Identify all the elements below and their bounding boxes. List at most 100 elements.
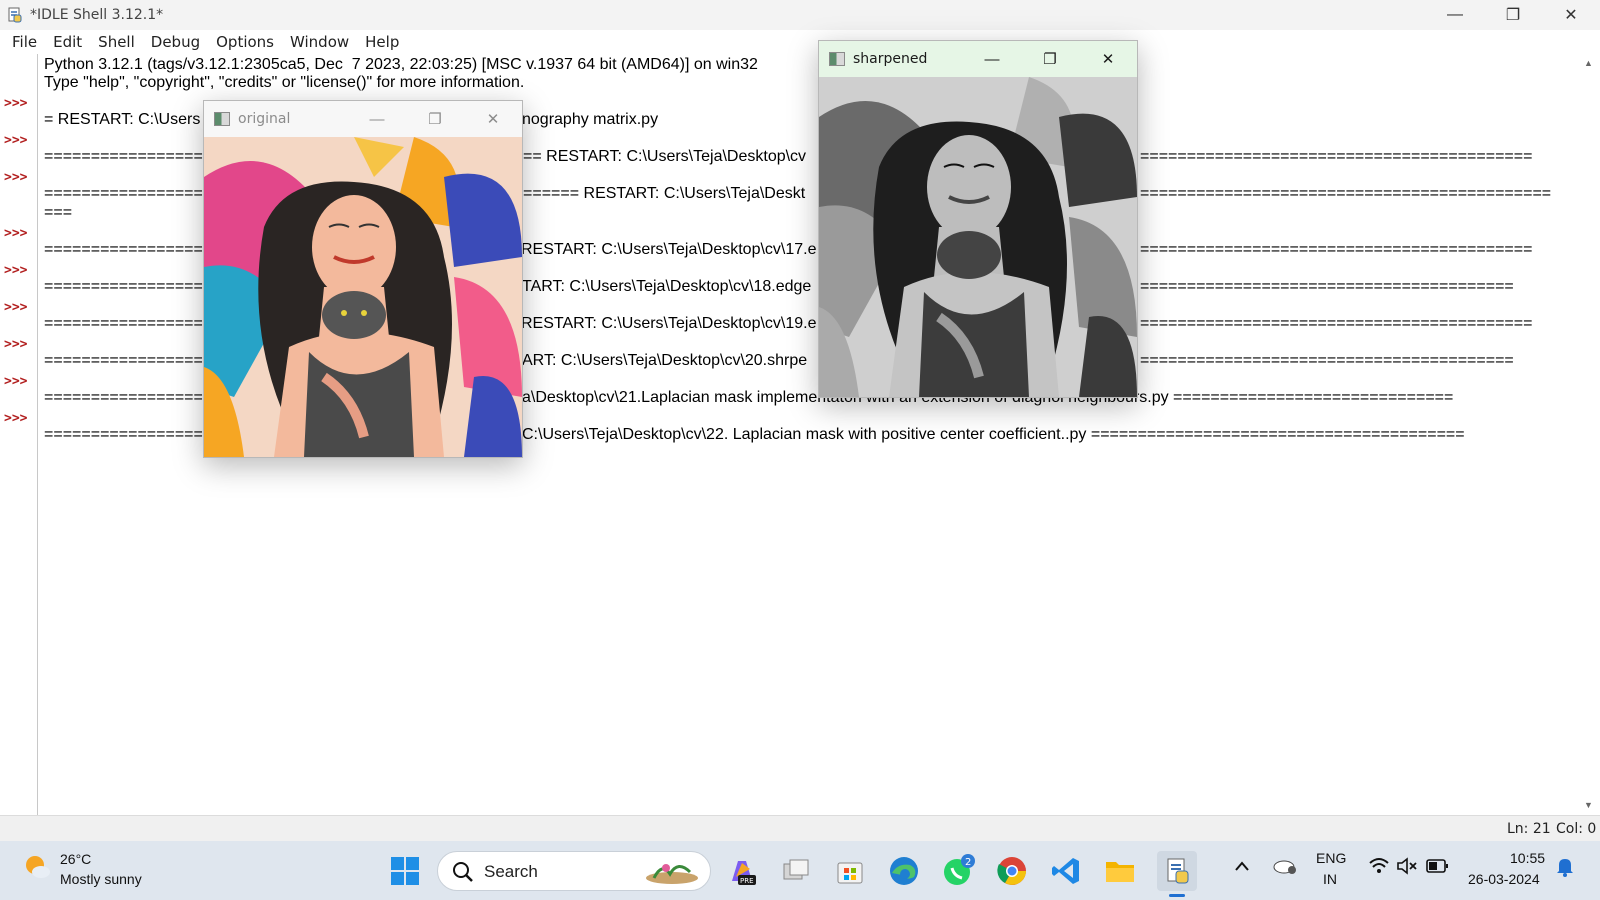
- file-explorer-icon[interactable]: [1100, 851, 1140, 891]
- shell-line: =================: [44, 352, 203, 369]
- scroll-up-icon[interactable]: ▲: [1584, 58, 1593, 68]
- battery-icon[interactable]: [1426, 858, 1450, 877]
- restore-button[interactable]: ❐: [1484, 0, 1542, 30]
- volume-muted-icon[interactable]: [1396, 857, 1418, 878]
- shell-line: =================: [44, 148, 203, 165]
- copilot-icon[interactable]: PRE: [722, 851, 762, 891]
- shell-line: ========================================…: [1140, 148, 1533, 165]
- chevron-up-icon[interactable]: [1234, 859, 1250, 875]
- original-maximize-button[interactable]: ❐: [406, 101, 464, 137]
- weather-condition: Mostly sunny: [60, 871, 142, 887]
- microsoft-store-icon[interactable]: [830, 851, 870, 891]
- pre-badge: PRE: [740, 877, 754, 885]
- shell-line: =================: [44, 185, 203, 202]
- shell-prompt: >>>: [4, 263, 28, 278]
- menu-shell[interactable]: Shell: [90, 33, 143, 51]
- original-window-titlebar[interactable]: original — ❐ ✕: [204, 101, 522, 137]
- menu-bar: File Edit Shell Debug Options Window Hel…: [0, 30, 1600, 54]
- weather-sun-icon: [22, 852, 52, 887]
- language-in[interactable]: IN: [1323, 871, 1337, 887]
- shell-line: == RESTART: C:\Users\Teja\Desktop\cv: [523, 148, 807, 165]
- shell-prompt: >>>: [4, 337, 28, 352]
- search-label: Search: [484, 862, 538, 881]
- original-window-title: original: [238, 111, 291, 127]
- taskbar-search[interactable]: Search: [437, 851, 711, 891]
- column-number: Col: 0: [1556, 821, 1597, 837]
- search-highlight-icon: [644, 856, 700, 891]
- notification-bell-icon[interactable]: [1555, 856, 1575, 881]
- shell-prompt: >>>: [4, 133, 28, 148]
- shell-prompt: >>>: [4, 374, 28, 389]
- weather-temperature: 26°C: [60, 851, 92, 867]
- menu-file[interactable]: File: [4, 33, 45, 51]
- sharpened-image: [819, 77, 1137, 397]
- menu-edit[interactable]: Edit: [45, 33, 90, 51]
- language-eng[interactable]: ENG: [1316, 850, 1346, 866]
- scroll-down-icon[interactable]: ▼: [1584, 800, 1593, 810]
- status-bar: Ln: 21 Col: 0: [0, 815, 1600, 841]
- shell-line: ========================================: [1140, 352, 1514, 369]
- sharpened-minimize-button[interactable]: —: [963, 41, 1021, 77]
- shell-line: =================: [44, 426, 203, 443]
- idle-app-icon: [6, 6, 24, 24]
- shell-line: ===: [44, 204, 73, 221]
- shell-line: Python 3.12.1 (tags/v3.12.1:2305ca5, Dec…: [44, 56, 758, 73]
- chrome-icon[interactable]: [992, 851, 1032, 891]
- shell-line: ========================================: [1140, 278, 1514, 295]
- shell-line: = RESTART: C:\Users: [44, 111, 201, 128]
- shell-line: ART: C:\Users\Teja\Desktop\cv\20.shrpe: [522, 352, 808, 369]
- vscode-icon[interactable]: [1046, 851, 1086, 891]
- edge-icon[interactable]: [884, 851, 924, 891]
- minimize-button[interactable]: —: [1426, 0, 1484, 30]
- clock-time[interactable]: 10:55: [1510, 850, 1545, 866]
- image-window-icon: [829, 52, 845, 66]
- shell-line: =================: [44, 241, 203, 258]
- shell-prompt: >>>: [4, 226, 28, 241]
- shell-line: nography matrix.py: [522, 111, 659, 128]
- original-image-window[interactable]: original — ❐ ✕: [203, 100, 523, 458]
- vertical-scrollbar[interactable]: ▲ ▼: [1578, 54, 1600, 815]
- menu-debug[interactable]: Debug: [143, 33, 208, 51]
- close-button[interactable]: ✕: [1542, 0, 1600, 30]
- image-window-icon: [214, 112, 230, 126]
- clock-date[interactable]: 26-03-2024: [1468, 871, 1540, 887]
- shell-prompt: >>>: [4, 300, 28, 315]
- shell-line: RESTART: C:\Users\Teja\Desktop\cv\17.e: [521, 241, 817, 258]
- task-view-icon[interactable]: [776, 851, 816, 891]
- shell-line: ========================================…: [1140, 241, 1533, 258]
- taskbar: 26°C Mostly sunny Search PRE 2 ENG IN 10…: [0, 841, 1600, 900]
- original-close-button[interactable]: ✕: [464, 101, 522, 137]
- shell-line: =================: [44, 389, 203, 406]
- idle-titlebar: *IDLE Shell 3.12.1* — ❐ ✕: [0, 0, 1600, 30]
- menu-window[interactable]: Window: [282, 33, 357, 51]
- shell-line: =================: [44, 278, 203, 295]
- window-title: *IDLE Shell 3.12.1*: [30, 7, 164, 23]
- start-icon[interactable]: [385, 851, 425, 891]
- line-number: Ln: 21: [1507, 821, 1551, 837]
- sharpened-maximize-button[interactable]: ❐: [1021, 41, 1079, 77]
- whatsapp-badge: 2: [965, 857, 971, 868]
- search-icon: [452, 861, 474, 888]
- idle-taskbar-icon[interactable]: [1157, 851, 1197, 897]
- sharpened-window-titlebar[interactable]: sharpened — ❐ ✕: [819, 41, 1137, 77]
- weather-widget[interactable]: 26°C Mostly sunny: [22, 849, 142, 889]
- menu-options[interactable]: Options: [208, 33, 282, 51]
- shell-prompt: >>>: [4, 411, 28, 426]
- shell-line: RESTART: C:\Users\Teja\Desktop\cv\19.e: [521, 315, 817, 332]
- onedrive-icon[interactable]: [1272, 856, 1298, 879]
- original-minimize-button[interactable]: —: [348, 101, 406, 137]
- whatsapp-icon[interactable]: 2: [938, 851, 978, 891]
- sharpened-image-window[interactable]: sharpened — ❐ ✕: [818, 40, 1138, 398]
- shell-line: ========================================…: [1140, 185, 1552, 202]
- shell-prompt: >>>: [4, 96, 28, 111]
- shell-line: ====== RESTART: C:\Users\Teja\Deskt: [523, 185, 806, 202]
- shell-line: =================: [44, 315, 203, 332]
- shell-line: Type "help", "copyright", "credits" or "…: [44, 74, 525, 91]
- prompt-gutter: >>> >>> >>> >>> >>> >>> >>> >>> >>>: [0, 54, 38, 815]
- active-app-indicator: [1169, 894, 1185, 897]
- wifi-icon[interactable]: [1368, 857, 1390, 878]
- sharpened-window-title: sharpened: [853, 51, 928, 67]
- shell-line: ========================================…: [1140, 315, 1533, 332]
- menu-help[interactable]: Help: [357, 33, 407, 51]
- sharpened-close-button[interactable]: ✕: [1079, 41, 1137, 77]
